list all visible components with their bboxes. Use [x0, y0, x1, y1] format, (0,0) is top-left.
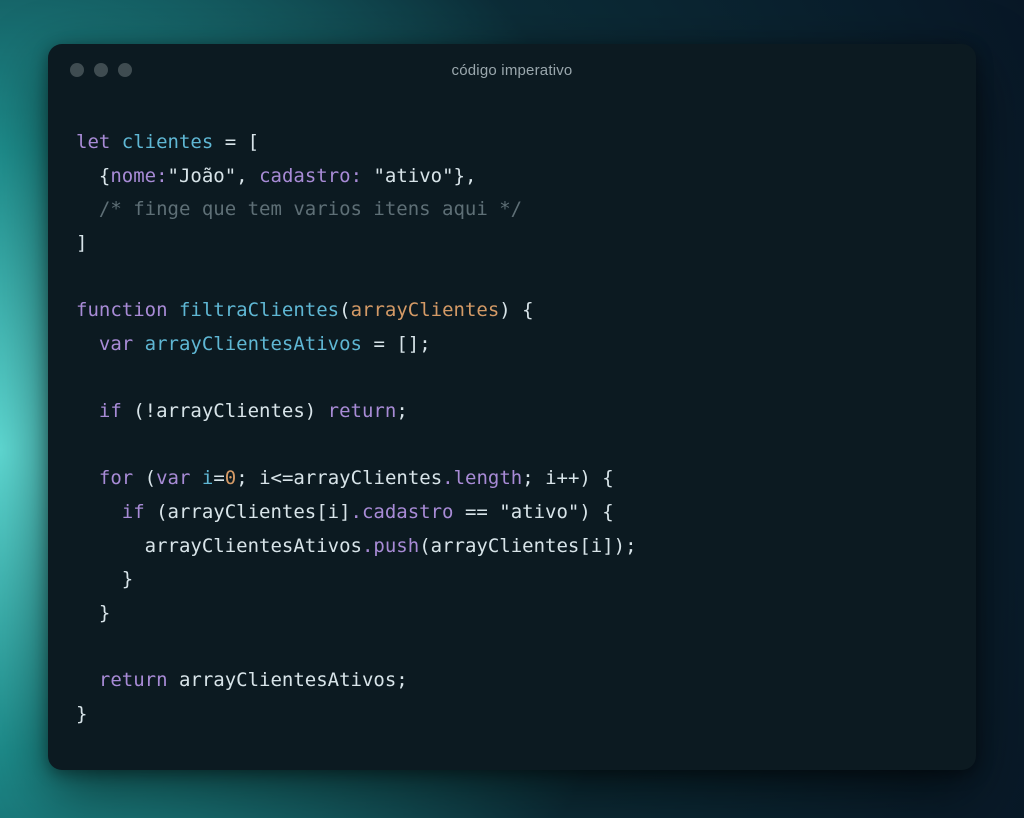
- tok-prop: .length: [442, 467, 522, 489]
- tok-punct: ; i++) {: [522, 467, 614, 489]
- tok-string: "João": [168, 165, 237, 187]
- tok-keyword: if: [76, 501, 145, 523]
- tok-keyword: if: [76, 400, 122, 422]
- tok-param: arrayClientes: [351, 299, 500, 321]
- tok-keyword: function: [76, 299, 168, 321]
- tok-prop: .push: [362, 535, 419, 557]
- tok-punct: ; i<=arrayClientes: [236, 467, 442, 489]
- backdrop: código imperativo let clientes = [ {nome…: [0, 0, 1024, 818]
- tok-prop: cadastro:: [259, 165, 362, 187]
- tok-punct: arrayClientesAtivos;: [168, 669, 408, 691]
- tok-prop: .cadastro: [351, 501, 454, 523]
- tok-space: [168, 299, 179, 321]
- tok-punct: }: [76, 602, 110, 624]
- tok-punct: {: [76, 165, 110, 187]
- tok-punct: arrayClientesAtivos: [76, 535, 362, 557]
- tok-keyword: return: [328, 400, 397, 422]
- traffic-lights: [70, 63, 132, 77]
- code-area: let clientes = [ {nome:"João", cadastro:…: [48, 96, 976, 770]
- tok-punct: (: [339, 299, 350, 321]
- tok-ident: clientes: [122, 131, 214, 153]
- tok-ident: i: [202, 467, 213, 489]
- close-icon[interactable]: [70, 63, 84, 77]
- tok-keyword: let: [76, 131, 110, 153]
- tok-prop: nome:: [110, 165, 167, 187]
- tok-punct: }: [76, 703, 87, 725]
- tok-punct: =: [213, 467, 224, 489]
- titlebar: código imperativo: [48, 44, 976, 96]
- tok-string: "ativo": [373, 165, 453, 187]
- tok-punct: }: [76, 568, 133, 590]
- tok-punct: ) {: [499, 299, 533, 321]
- code-block: let clientes = [ {nome:"João", cadastro:…: [76, 126, 948, 731]
- code-window: código imperativo let clientes = [ {nome…: [48, 44, 976, 770]
- tok-space: [190, 467, 201, 489]
- tok-punct: },: [454, 165, 477, 187]
- tok-ident: filtraClientes: [179, 299, 339, 321]
- tok-punct: ) {: [579, 501, 613, 523]
- tok-keyword: var: [156, 467, 190, 489]
- tok-keyword: for: [76, 467, 133, 489]
- minimize-icon[interactable]: [94, 63, 108, 77]
- tok-punct: ,: [236, 165, 259, 187]
- tok-comment: /* finge que tem varios itens aqui */: [76, 198, 522, 220]
- tok-punct: (: [133, 467, 156, 489]
- tok-string: "ativo": [499, 501, 579, 523]
- maximize-icon[interactable]: [118, 63, 132, 77]
- window-title: código imperativo: [452, 62, 573, 79]
- tok-keyword: var: [76, 333, 133, 355]
- tok-punct: ]: [76, 232, 87, 254]
- tok-punct: (arrayClientes[i]);: [419, 535, 636, 557]
- tok-ident: arrayClientesAtivos: [145, 333, 362, 355]
- tok-space: [133, 333, 144, 355]
- tok-keyword: return: [76, 669, 168, 691]
- tok-punct: = [: [213, 131, 259, 153]
- tok-number: 0: [225, 467, 236, 489]
- tok-punct: (!arrayClientes): [122, 400, 328, 422]
- tok-space: [362, 165, 373, 187]
- tok-punct: (arrayClientes[i]: [145, 501, 351, 523]
- tok-punct: ==: [454, 501, 500, 523]
- tok-punct: = [];: [362, 333, 431, 355]
- tok-punct: ;: [396, 400, 407, 422]
